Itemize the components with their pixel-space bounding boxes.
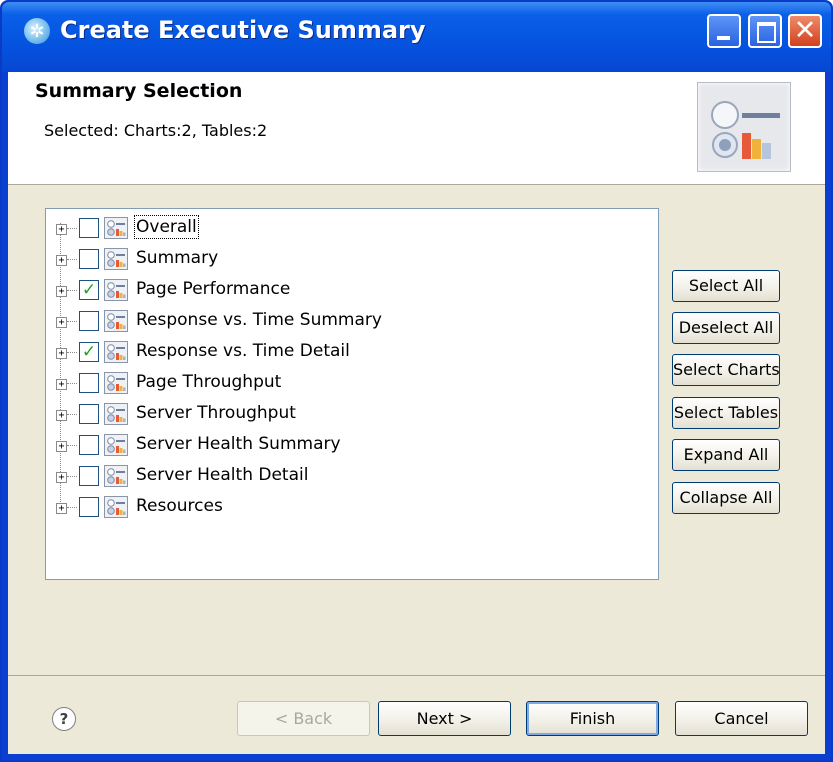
select-all-button[interactable]: Select All: [672, 270, 780, 302]
tree-connector: [67, 290, 77, 291]
expand-icon[interactable]: +: [56, 317, 67, 328]
expand-icon[interactable]: +: [56, 503, 67, 514]
tree-item-checkbox[interactable]: ✓: [79, 342, 99, 362]
report-icon: [104, 341, 128, 363]
report-icon: [104, 496, 128, 518]
select-tables-button[interactable]: Select Tables: [672, 397, 780, 429]
next-button[interactable]: Next >: [378, 701, 511, 736]
tree-item-checkbox[interactable]: [79, 466, 99, 486]
report-icon: [104, 372, 128, 394]
tree-item-label: Overall: [134, 215, 199, 239]
tree-item-label: Resources: [136, 496, 223, 516]
tree-connector: [67, 321, 77, 322]
tree-item-checkbox[interactable]: [79, 373, 99, 393]
cancel-button[interactable]: Cancel: [675, 701, 808, 736]
report-icon: [104, 310, 128, 332]
tree-connector: [67, 507, 77, 508]
tree-item-label: Server Health Summary: [136, 434, 341, 454]
page-title: Summary Selection: [35, 80, 243, 102]
tree-connector: [67, 476, 77, 477]
tree-item-checkbox[interactable]: [79, 311, 99, 331]
tree-item-checkbox[interactable]: [79, 404, 99, 424]
app-icon: ✲: [24, 18, 50, 44]
collapse-all-button[interactable]: Collapse All: [672, 482, 780, 514]
report-icon: [104, 403, 128, 425]
tree-item-checkbox[interactable]: [79, 497, 99, 517]
expand-all-button[interactable]: Expand All: [672, 439, 780, 471]
tree-item-checkbox[interactable]: ✓: [79, 280, 99, 300]
dialog-content: Summary Selection Selected: Charts:2, Ta…: [8, 72, 825, 754]
title-bar[interactable]: ✲ Create Executive Summary ✕: [2, 2, 831, 72]
page-description: Selected: Charts:2, Tables:2: [44, 121, 268, 140]
tree-item-label: Response vs. Time Detail: [136, 341, 350, 361]
footer-separator: [8, 675, 825, 676]
expand-icon[interactable]: +: [56, 255, 67, 266]
wizard-header: Summary Selection Selected: Charts:2, Ta…: [8, 72, 825, 185]
help-icon[interactable]: ?: [52, 707, 76, 731]
report-icon: [104, 465, 128, 487]
expand-icon[interactable]: +: [56, 472, 67, 483]
back-button[interactable]: < Back: [237, 701, 370, 736]
tree-item-label: Server Health Detail: [136, 465, 309, 485]
tree-item-checkbox[interactable]: [79, 249, 99, 269]
report-icon: [104, 279, 128, 301]
minimize-button[interactable]: [707, 14, 741, 48]
tree-connector: [67, 228, 77, 229]
report-icon: [104, 434, 128, 456]
tree-item-label: Page Performance: [136, 279, 291, 299]
tree-item-label: Page Throughput: [136, 372, 282, 392]
tree-item-label: Server Throughput: [136, 403, 296, 423]
tree-item-label: Summary: [136, 248, 219, 268]
expand-icon[interactable]: +: [56, 379, 67, 390]
expand-icon[interactable]: +: [56, 286, 67, 297]
expand-icon[interactable]: +: [56, 441, 67, 452]
tree-connector: [67, 259, 77, 260]
summary-tree[interactable]: + Overall + Summary + ✓ Page Performance + Respo…: [45, 208, 659, 580]
summary-report-icon: [697, 82, 791, 172]
tree-connector: [67, 383, 77, 384]
window-title: Create Executive Summary: [60, 16, 426, 44]
minimize-icon: [717, 36, 730, 40]
select-charts-button[interactable]: Select Charts: [672, 354, 780, 386]
tree-connector: [67, 352, 77, 353]
deselect-all-button[interactable]: Deselect All: [672, 312, 780, 344]
tree-connector: [67, 445, 77, 446]
expand-icon[interactable]: +: [56, 348, 67, 359]
tree-item-checkbox[interactable]: [79, 218, 99, 238]
maximize-button[interactable]: [748, 14, 782, 48]
close-button[interactable]: ✕: [788, 14, 822, 48]
report-icon: [104, 248, 128, 270]
maximize-icon: [757, 22, 776, 43]
expand-icon[interactable]: +: [56, 410, 67, 421]
tree-item-label: Response vs. Time Summary: [136, 310, 382, 330]
dialog-window: ✲ Create Executive Summary ✕ Summary Sel…: [0, 0, 833, 762]
tree-item-checkbox[interactable]: [79, 435, 99, 455]
finish-button[interactable]: Finish: [526, 701, 659, 736]
tree-connector: [67, 414, 77, 415]
expand-icon[interactable]: +: [56, 224, 67, 235]
close-icon: ✕: [793, 15, 817, 46]
report-icon: [104, 217, 128, 239]
